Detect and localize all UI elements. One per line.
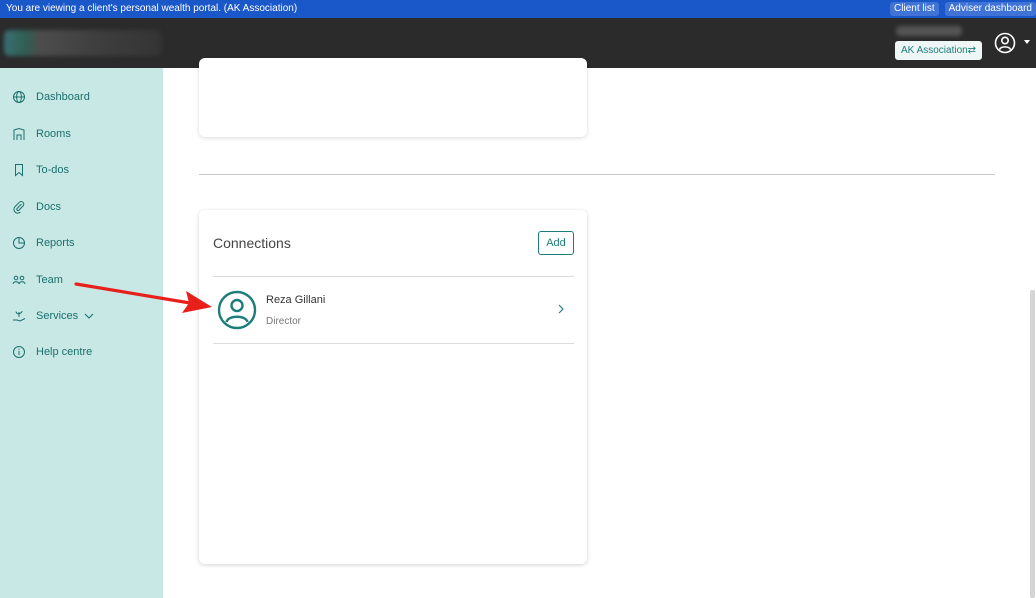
user-circle-icon[interactable] (994, 32, 1016, 54)
connection-role: Director (266, 316, 302, 327)
account-dropdown-caret-icon[interactable] (1024, 40, 1030, 44)
connections-title: Connections (213, 235, 291, 251)
banner-links: Client list Adviser dashboard (890, 0, 1036, 16)
scrollbar[interactable] (1030, 290, 1035, 598)
sidebar-item-label: Dashboard (36, 91, 90, 103)
connection-name: Reza Gillani (266, 294, 326, 306)
sidebar-item-label: Help centre (36, 346, 93, 358)
info-icon (13, 346, 25, 358)
sidebar-item-dashboard[interactable]: Dashboard (12, 87, 90, 107)
team-icon (12, 275, 26, 285)
chevron-down-icon (84, 313, 94, 319)
swap-icon: ⇄ (967, 45, 976, 56)
sidebar-item-label: Team (36, 274, 63, 286)
client-list-link[interactable]: Client list (890, 2, 939, 16)
main-content: Connections Add Reza Gillani Director (163, 58, 1036, 598)
sidebar-item-label: Reports (36, 237, 75, 249)
sidebar-item-label: Docs (36, 201, 62, 213)
viewing-banner-text: You are viewing a client's personal weal… (6, 3, 298, 14)
adviser-dashboard-link[interactable]: Adviser dashboard (944, 2, 1036, 16)
viewing-banner: You are viewing a client's personal weal… (0, 0, 1036, 18)
client-switch-label: AK Association (901, 45, 968, 56)
previous-card (199, 58, 587, 137)
paperclip-icon (13, 201, 25, 214)
connection-row[interactable]: Reza Gillani Director (213, 277, 574, 343)
building-icon (13, 127, 25, 140)
sidebar-item-label: Rooms (36, 128, 71, 140)
sidebar: Dashboard Rooms To-dos Docs Reports Team… (0, 68, 163, 598)
sidebar-item-docs[interactable]: Docs (12, 197, 61, 217)
sidebar-item-todos[interactable]: To-dos (12, 160, 69, 180)
sidebar-item-team[interactable]: Team (12, 270, 63, 290)
sidebar-item-reports[interactable]: Reports (12, 233, 75, 253)
add-connection-button[interactable]: Add (538, 231, 574, 255)
user-avatar-icon (217, 290, 257, 330)
pie-chart-icon (13, 237, 25, 249)
section-divider (199, 174, 995, 175)
bookmark-icon (15, 164, 23, 177)
sidebar-item-label: To-dos (36, 164, 70, 176)
row-divider (213, 343, 574, 344)
sidebar-item-services[interactable]: Services (12, 306, 96, 326)
sidebar-item-rooms[interactable]: Rooms (12, 124, 71, 144)
hand-plant-icon (13, 310, 26, 322)
connections-card: Connections Add Reza Gillani Director (199, 210, 587, 564)
brand-logo[interactable] (4, 30, 162, 56)
sidebar-item-help-centre[interactable]: Help centre (12, 342, 92, 362)
globe-icon (13, 91, 25, 103)
sidebar-item-label: Services (36, 310, 79, 322)
chevron-right-icon[interactable] (556, 303, 566, 315)
client-name-blurred (896, 26, 962, 36)
client-switch-button[interactable]: AK Association ⇄ (895, 41, 982, 60)
